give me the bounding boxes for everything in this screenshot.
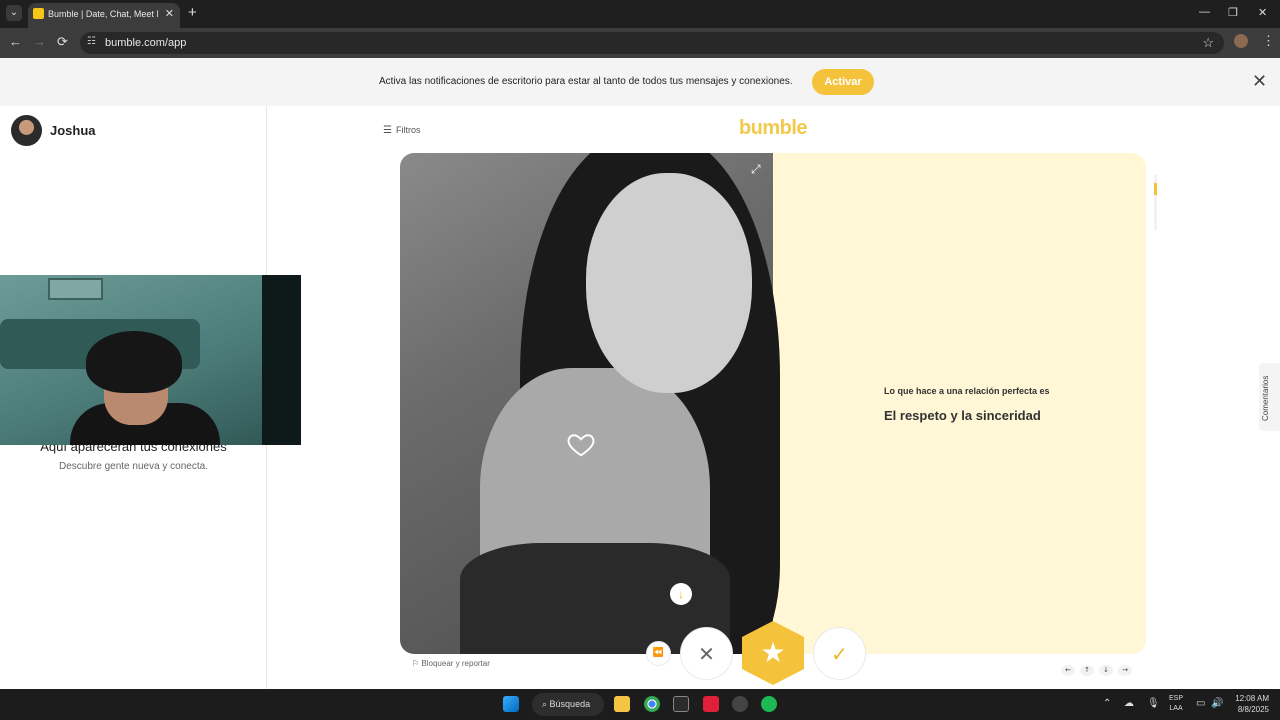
heart-icon[interactable]: [566, 429, 596, 459]
notification-banner: Activa las notificaciones de escritorio …: [0, 58, 1280, 106]
comments-tab[interactable]: Comentarios: [1259, 363, 1280, 431]
opera-icon[interactable]: [703, 696, 719, 712]
undo-button[interactable]: ⏪: [646, 641, 671, 666]
close-window-button[interactable]: ✕: [1258, 6, 1267, 19]
clock-time: 12:08 AM: [1235, 694, 1269, 703]
new-tab-button[interactable]: +: [188, 5, 197, 21]
browser-toolbar: ← → ⟳ ☷ bumble.com/app ☆ ⋮: [0, 28, 1280, 58]
browser-tab-bumble[interactable]: Bumble | Date, Chat, Meet New ✕: [28, 3, 180, 28]
bookmark-star-icon[interactable]: ☆: [1202, 35, 1214, 51]
card-scroll-thumb[interactable]: [1154, 183, 1157, 195]
block-report-link[interactable]: ⚐ Bloquear y reportar: [412, 659, 490, 668]
comments-label: Comentarios: [1261, 375, 1270, 421]
browser-profile-avatar[interactable]: [1234, 34, 1248, 48]
banner-message: Activa las notificaciones de escritorio …: [379, 76, 793, 87]
profile-card: ⤢ ↓ Lo que hace a una relación perfecta …: [400, 153, 1146, 654]
file-explorer-icon[interactable]: [614, 696, 630, 712]
show-hidden-icons-icon[interactable]: ⌃: [1103, 698, 1111, 709]
like-button[interactable]: ✓: [813, 627, 866, 680]
microphone-icon[interactable]: 🎙: [1147, 698, 1160, 709]
url-text[interactable]: bumble.com/app: [105, 37, 186, 49]
network-icon[interactable]: ▭: [1196, 698, 1205, 709]
browser-menu-icon[interactable]: ⋮: [1262, 33, 1275, 49]
language-code: ESP: [1169, 695, 1184, 702]
filters-label: Filtros: [395, 125, 421, 135]
pass-button[interactable]: ✕: [680, 627, 733, 680]
site-info-icon[interactable]: ☷: [87, 36, 96, 47]
user-avatar[interactable]: [11, 115, 42, 146]
scroll-down-button[interactable]: ↓: [670, 583, 692, 605]
sliders-icon: ☰: [383, 125, 392, 136]
banner-close-icon[interactable]: ✕: [1252, 71, 1267, 91]
settings-app-icon[interactable]: [732, 696, 748, 712]
input-language[interactable]: ESP LAA: [1169, 694, 1183, 714]
expand-photo-icon[interactable]: ⤢: [751, 162, 761, 177]
address-bar[interactable]: ☷ bumble.com/app ☆: [80, 32, 1224, 54]
search-icon: ⌕: [542, 699, 550, 709]
tab-title: Bumble | Date, Chat, Meet New: [48, 9, 158, 19]
connections-empty-subtitle: Descubre gente nueva y conecta.: [59, 461, 208, 472]
user-name[interactable]: Joshua: [50, 123, 96, 138]
browser-tab-bar: ⌄ Bumble | Date, Chat, Meet New ✕ + — ❐ …: [0, 0, 1280, 28]
clock-date: 8/8/2025: [1237, 705, 1269, 714]
minimize-window-button[interactable]: —: [1199, 6, 1210, 18]
reload-button[interactable]: ⟳: [57, 34, 68, 50]
block-report-label: Bloquear y reportar: [421, 659, 490, 668]
keyboard-hints: ← ↑ ↓ →: [1061, 659, 1137, 677]
layout-code: LAA: [1169, 705, 1183, 712]
webcam-overlay: [0, 275, 301, 445]
obs-icon[interactable]: [673, 696, 689, 712]
activate-notifications-button[interactable]: Activar: [812, 69, 874, 95]
flag-icon: ⚐: [412, 659, 422, 668]
webcam-wall-picture: [48, 278, 103, 300]
chevron-down-icon: ⌄: [9, 7, 19, 18]
profile-photo[interactable]: ⤢ ↓: [400, 153, 780, 654]
taskbar-search-label: Búsqueda: [549, 699, 591, 709]
spotify-icon[interactable]: [761, 696, 777, 712]
up-arrow-hint: ↑: [1080, 665, 1094, 676]
tab-list-button[interactable]: ⌄: [6, 5, 22, 21]
filters-button[interactable]: ☰ Filtros: [383, 125, 420, 136]
restore-window-button[interactable]: ❐: [1228, 6, 1238, 19]
down-arrow-hint: ↓: [1099, 665, 1113, 676]
back-button[interactable]: ←: [9, 34, 22, 50]
cloud-icon[interactable]: ☁: [1124, 698, 1134, 709]
prompt-answer: El respeto y la sinceridad: [884, 408, 1041, 423]
bumble-logo: bumble: [738, 117, 808, 139]
right-arrow-hint: →: [1118, 665, 1132, 676]
webcam-person-hair: [86, 331, 182, 393]
photo-face: [586, 173, 752, 393]
taskbar-search[interactable]: ⌕ Búsqueda: [532, 693, 604, 716]
bumble-favicon-icon: [33, 8, 44, 19]
forward-button[interactable]: →: [33, 34, 46, 50]
windows-start-icon[interactable]: [503, 696, 519, 712]
volume-icon[interactable]: 🔊: [1211, 698, 1223, 709]
os-taskbar: ⌕ Búsqueda ⌃ ☁ 🎙 ESP LAA ▭ 🔊 12:08 AM 8/…: [0, 689, 1280, 720]
close-tab-icon[interactable]: ✕: [165, 7, 174, 20]
prompt-question: Lo que hace a una relación perfecta es: [884, 386, 1050, 396]
chrome-icon[interactable]: [644, 696, 660, 712]
left-arrow-hint: ←: [1061, 665, 1075, 676]
webcam-doorway: [262, 275, 301, 445]
taskbar-clock[interactable]: 12:08 AM 8/8/2025: [1231, 693, 1269, 715]
